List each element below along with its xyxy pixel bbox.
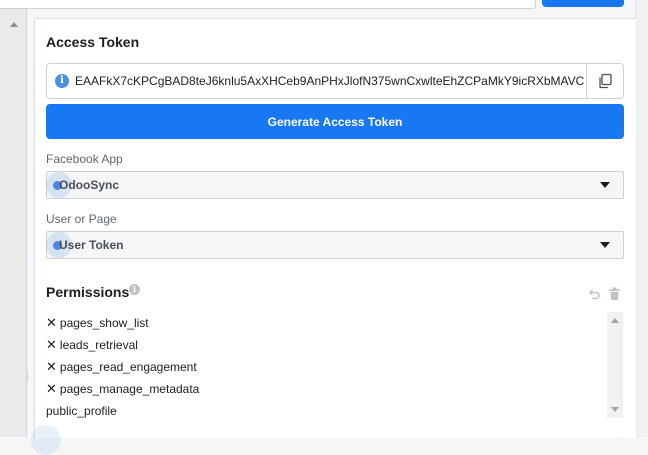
facebook-app-value: OdooSync	[59, 178, 120, 192]
top-submit-button[interactable]	[542, 0, 624, 7]
permission-item: ✕ pages_read_engagement	[46, 356, 622, 378]
permission-item: ✕ pages_manage_metadata	[46, 378, 622, 400]
permission-label: pages_show_list	[59, 316, 149, 330]
caret-down-icon	[600, 242, 610, 248]
remove-permission-icon[interactable]: ✕	[46, 381, 57, 397]
access-token-field[interactable]: i EAAFkX7cKPCgBAD8teJ6knlu5AxXHCeb9AnPHx…	[46, 63, 624, 99]
resize-grip-icon[interactable]: ⁝ ⁝	[26, 370, 29, 384]
scroll-up-arrow-icon[interactable]	[10, 22, 18, 27]
facebook-app-select[interactable]: OdooSync	[46, 171, 624, 199]
facebook-app-label: Facebook App	[46, 152, 123, 166]
access-token-title: Access Token	[46, 34, 140, 50]
copy-button[interactable]	[586, 64, 623, 98]
permission-item: ✕ pages_show_list	[46, 312, 622, 334]
permission-label: leads_retrieval	[59, 338, 138, 352]
top-url-input[interactable]	[0, 0, 536, 9]
permissions-list: ✕ pages_show_list ✕ leads_retrieval ✕ pa…	[46, 312, 622, 420]
scroll-down-arrow-icon[interactable]	[611, 407, 619, 412]
permission-label: pages_read_engagement	[59, 360, 197, 374]
permission-item: ✕ leads_retrieval	[46, 334, 622, 356]
caret-down-icon	[600, 182, 610, 188]
undo-icon[interactable]	[587, 288, 601, 302]
remove-permission-icon[interactable]: ✕	[46, 359, 57, 375]
user-or-page-value: User Token	[59, 238, 124, 252]
permissions-title: Permissions	[46, 284, 130, 300]
permission-item: public_profile	[46, 400, 622, 422]
trash-icon[interactable]	[608, 287, 621, 301]
token-panel: Access Token i EAAFkX7cKPCgBAD8teJ6knlu5…	[31, 18, 636, 455]
access-token-value[interactable]: EAAFkX7cKPCgBAD8teJ6knlu5AxXHCeb9AnPHxJl…	[75, 74, 585, 88]
permission-label: pages_manage_metadata	[59, 382, 200, 396]
permissions-info-icon[interactable]: i	[129, 284, 140, 295]
permissions-scrollbar[interactable]	[607, 312, 623, 418]
permission-label: public_profile	[46, 404, 117, 418]
remove-permission-icon[interactable]: ✕	[46, 315, 57, 331]
info-icon[interactable]: i	[55, 74, 69, 88]
user-or-page-select[interactable]: User Token	[46, 231, 624, 259]
right-scrollbar[interactable]	[635, 0, 648, 437]
generate-access-token-button[interactable]: Generate Access Token	[46, 104, 624, 139]
remove-permission-icon[interactable]: ✕	[46, 337, 57, 353]
scroll-up-arrow-icon[interactable]	[611, 318, 619, 323]
left-scroll-region[interactable]	[0, 0, 27, 437]
selection-halo	[31, 425, 61, 455]
copy-icon	[599, 73, 612, 89]
user-or-page-label: User or Page	[46, 212, 117, 226]
